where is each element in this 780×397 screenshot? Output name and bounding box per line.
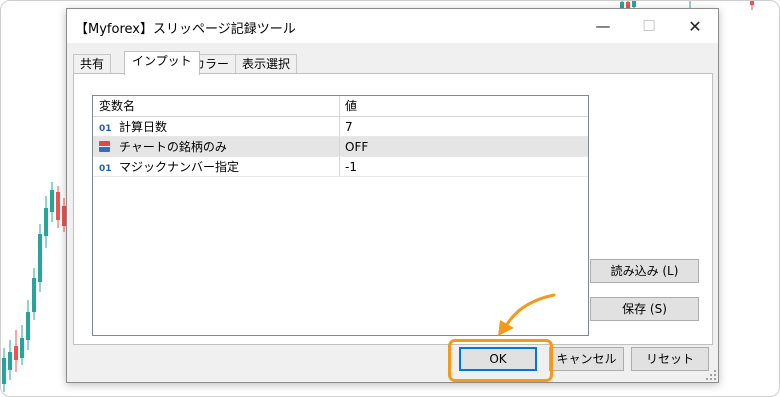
tab-visualization[interactable]: 表示選択 [235,54,298,74]
int-type-icon: 01 [99,124,112,134]
table-row[interactable]: チャートの銘柄のみ OFF [93,137,588,157]
row-value[interactable]: -1 [345,157,585,176]
column-divider [339,117,340,136]
ok-button[interactable]: OK [459,347,537,371]
inputs-table: 変数名 値 01 計算日数 7 チャートの銘柄のみ OFF 01 マジックナンバ… [92,95,589,336]
tab-common[interactable]: 共有 [73,54,112,74]
tab-inputs[interactable]: インプット [124,51,200,75]
cancel-button[interactable]: キャンセル [549,347,624,371]
row-value[interactable]: 7 [345,117,585,136]
load-button[interactable]: 読み込み (L) [590,259,699,283]
row-name: マジックナンバー指定 [119,160,240,174]
column-header-variable: 変数名 [99,99,136,113]
settings-dialog: 【Myforex】スリッページ記録ツール — ☐ ✕ 共有 インプット カラー … [66,8,719,383]
row-name: チャートの銘柄のみ [119,140,227,154]
column-divider [339,137,340,156]
int-type-icon: 01 [99,164,112,174]
left-candles [2,182,66,392]
title-bar[interactable]: 【Myforex】スリッページ記録ツール — ☐ ✕ [67,9,718,43]
bool-type-icon [99,141,110,152]
close-button[interactable]: ✕ [672,9,718,43]
column-header-value: 値 [345,99,358,113]
dialog-title: 【Myforex】スリッページ記録ツール [75,22,296,37]
table-header: 変数名 値 [93,96,588,117]
column-divider[interactable] [339,96,340,116]
reset-button[interactable]: リセット [631,347,709,371]
minimize-button[interactable]: — [580,9,626,43]
table-row[interactable]: 01 マジックナンバー指定 -1 [93,157,588,177]
resize-grip-icon[interactable] [706,370,716,380]
row-value[interactable]: OFF [345,137,585,156]
save-button[interactable]: 保存 (S) [590,297,699,321]
column-divider [339,157,340,176]
table-row[interactable]: 01 計算日数 7 [93,117,588,137]
row-name: 計算日数 [119,120,168,134]
maximize-button[interactable]: ☐ [626,9,672,43]
